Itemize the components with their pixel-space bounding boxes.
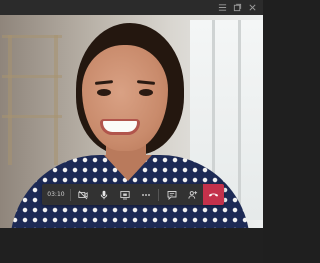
camera-button[interactable] [73, 184, 94, 205]
share-screen-icon [120, 190, 130, 199]
microphone-icon [100, 190, 108, 199]
bookshelf-post [8, 35, 12, 165]
list-icon[interactable] [218, 3, 227, 12]
call-timer: 03:10 [47, 191, 65, 198]
restore-icon[interactable] [233, 3, 242, 12]
toolbar-divider [69, 188, 71, 201]
person-eye [139, 89, 153, 96]
bottom-bar [0, 228, 263, 263]
participants-icon [188, 190, 197, 199]
close-icon[interactable] [248, 3, 257, 12]
call-toolbar: 03:10 [42, 184, 224, 205]
share-screen-button[interactable] [115, 184, 136, 205]
person-smile [100, 119, 140, 135]
window-controls [218, 3, 257, 12]
chat-icon [167, 190, 177, 200]
title-bar [0, 0, 263, 15]
hang-up-icon [208, 193, 219, 197]
microphone-button[interactable] [94, 184, 115, 205]
person-eye [97, 89, 111, 96]
more-options-button[interactable] [135, 184, 156, 205]
chat-button[interactable] [161, 184, 182, 205]
more-options-icon [142, 193, 150, 196]
participants-button[interactable] [182, 184, 203, 205]
window-frame [238, 20, 241, 220]
video-camera-icon [78, 190, 88, 199]
bookshelf-post [54, 35, 58, 165]
toolbar-divider [158, 188, 160, 201]
hangup-button[interactable] [203, 184, 224, 205]
